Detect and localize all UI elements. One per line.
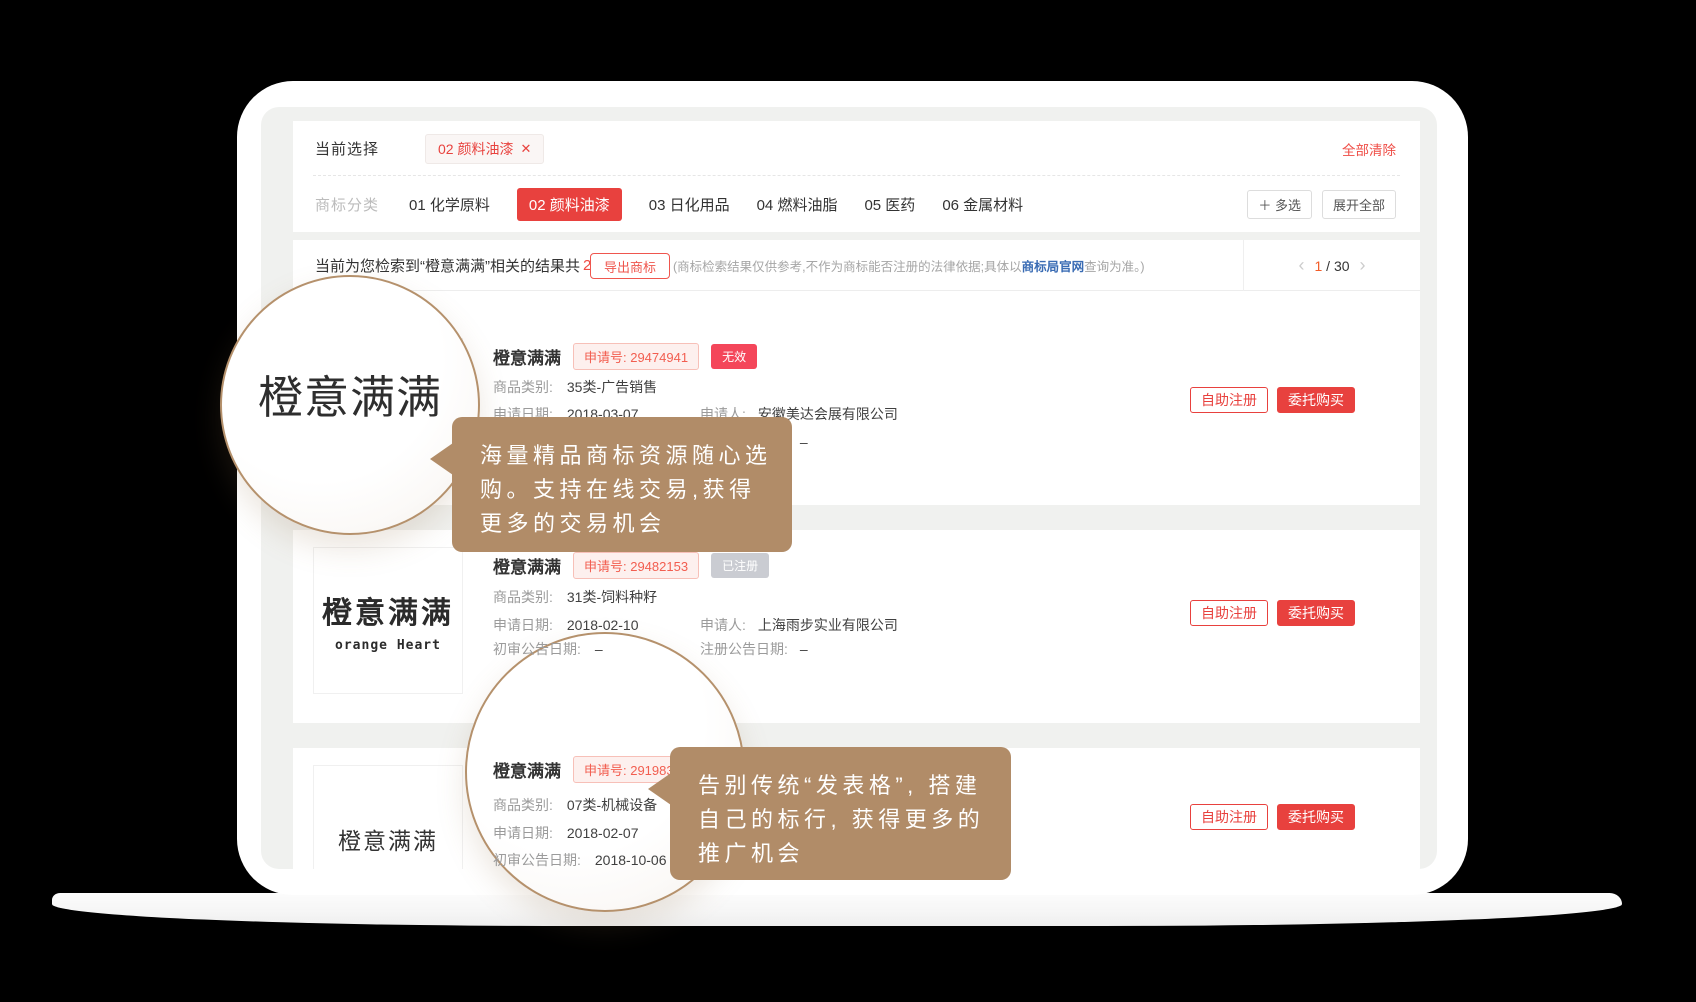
tooltip-arrow-left <box>430 443 453 475</box>
status-badge-registered: 已注册 <box>711 553 769 578</box>
row-3-actions: 自助注册 委托购买 <box>1190 804 1355 830</box>
apply-date-value: 2018-02-10 <box>567 617 639 633</box>
category-label: 商品类别: <box>493 797 553 813</box>
entrust-buy-button[interactable]: 委托购买 <box>1277 387 1355 413</box>
tooltip-trade-resources: 海量精品商标资源随心选 购。支持在线交易,获得 更多的交易机会 <box>452 417 792 552</box>
category-row: 商标分类 01 化学原料 02 颜料油漆 03 日化用品 04 燃料油脂 05 … <box>293 176 1420 232</box>
row-1-category-line: 商品类别: 35类-广告销售 <box>493 377 1193 397</box>
tooltip-line: 告别传统“发表格”, 搭建 <box>698 769 985 803</box>
summary-prefix: 当前为您检索到“橙意满满”相关的结果共 <box>315 255 580 276</box>
category-label: 商品类别: <box>493 589 553 605</box>
application-number-tag: 申请号: 29482153 <box>573 552 699 579</box>
row-2-actions: 自助注册 委托购买 <box>1190 600 1355 626</box>
apply-date-value: 2018-02-07 <box>567 825 639 841</box>
screenshot-stage: 当前选择 02 颜料油漆 ✕ 全部清除 商标分类 01 化学原料 02 颜料油漆… <box>0 0 1696 1002</box>
category-item-03[interactable]: 03 日化用品 <box>649 194 730 215</box>
tooltip-line: 更多的交易机会 <box>480 507 766 541</box>
status-badge-invalid: 无效 <box>711 344 757 369</box>
category-value: 31类-饲料种籽 <box>567 589 657 605</box>
page-indicator: 1 / 30 <box>1314 258 1349 274</box>
reg-notice-value: – <box>800 434 808 450</box>
entrust-buy-button[interactable]: 委托购买 <box>1277 804 1355 830</box>
row-2-details: 橙意满满 申请号: 29482153 已注册 商品类别: 31类-饲料种籽 申请日… <box>493 530 1193 723</box>
trademark-name[interactable]: 橙意满满 <box>493 344 561 369</box>
tooltip-promotion: 告别传统“发表格”, 搭建 自己的标行, 获得更多的 推广机会 <box>670 747 1011 880</box>
first-notice-label: 初审公告日期: <box>493 641 581 657</box>
tooltip-line: 购。支持在线交易,获得 <box>480 473 766 507</box>
selected-filter-tag-label: 02 颜料油漆 <box>438 139 513 159</box>
applicant-value: 上海雨步实业有限公司 <box>758 617 898 633</box>
reg-notice-label: 注册公告日期: <box>700 641 788 657</box>
tooltip-line: 海量精品商标资源随心选 <box>480 439 766 473</box>
row-1-actions: 自助注册 委托购买 <box>1190 387 1355 413</box>
page-separator: / <box>1326 258 1330 274</box>
application-number-tag: 申请号: 29474941 <box>573 343 699 370</box>
disclaimer-pre: (商标检索结果仅供参考,不作为商标能否注册的法律依据;具体以 <box>673 256 1022 275</box>
results-disclaimer: (商标检索结果仅供参考,不作为商标能否注册的法律依据;具体以商标局官网查询为准。… <box>673 240 1145 291</box>
row-2-notice-line: 初审公告日期:– 注册公告日期:– <box>493 639 1193 659</box>
current-selection-label: 当前选择 <box>315 138 379 159</box>
filter-panel: 当前选择 02 颜料油漆 ✕ 全部清除 商标分类 01 化学原料 02 颜料油漆… <box>293 121 1420 232</box>
next-page-icon[interactable]: › <box>1360 255 1366 276</box>
magnifier-circle-1: 橙意满满 <box>220 275 480 535</box>
result-row-2: 橙意满满 orange Heart 橙意满满 申请号: 29482153 已注册… <box>293 530 1420 723</box>
apply-date-label: 申请日期: <box>493 617 553 633</box>
self-register-button[interactable]: 自助注册 <box>1190 387 1268 413</box>
clear-all-button[interactable]: 全部清除 <box>1342 139 1396 159</box>
category-item-06[interactable]: 06 金属材料 <box>942 194 1023 215</box>
self-register-button[interactable]: 自助注册 <box>1190 804 1268 830</box>
row-1-title-line: 橙意满满 申请号: 29474941 无效 <box>493 343 757 370</box>
category-value: 35类-广告销售 <box>567 379 657 395</box>
entrust-buy-button[interactable]: 委托购买 <box>1277 600 1355 626</box>
row-2-title-line: 橙意满满 申请号: 29482153 已注册 <box>493 552 769 579</box>
export-trademark-button[interactable]: 导出商标 <box>590 253 670 279</box>
category-item-05[interactable]: 05 医药 <box>864 194 915 215</box>
magnified-trademark-text: 橙意满满 <box>222 361 478 426</box>
reg-notice-value: – <box>800 641 808 657</box>
tooltip-arrow-left <box>648 773 671 805</box>
selected-filter-tag[interactable]: 02 颜料油漆 ✕ <box>425 134 544 164</box>
expand-all-button[interactable]: 展开全部 <box>1322 190 1396 219</box>
trademark-image-2: 橙意满满 orange Heart <box>313 547 463 694</box>
trademark-image-text: 橙意满满 <box>338 822 438 856</box>
row-2-category-line: 商品类别: 31类-饲料种籽 <box>493 587 1193 607</box>
applicant-cell: 申请人: 上海雨步实业有限公司 <box>700 615 898 635</box>
laptop-base <box>52 893 1622 926</box>
apply-date-label: 申请日期: <box>493 825 553 841</box>
category-row-label: 商标分类 <box>315 194 379 215</box>
tooltip-line: 推广机会 <box>698 837 985 871</box>
category-label: 商品类别: <box>493 379 553 395</box>
first-notice-value: 2018-10-06 <box>595 852 667 868</box>
prev-page-icon[interactable]: ‹ <box>1298 255 1304 276</box>
results-header: 当前为您检索到“橙意满满”相关的结果共28个 导出商标 (商标检索结果仅供参考,… <box>293 240 1420 291</box>
total-pages: 30 <box>1334 258 1350 274</box>
trademark-image-3: 橙意满满 <box>313 765 463 869</box>
remove-tag-icon[interactable]: ✕ <box>520 141 531 157</box>
tooltip-line: 自己的标行, 获得更多的 <box>698 803 985 837</box>
self-register-button[interactable]: 自助注册 <box>1190 600 1268 626</box>
category-item-04[interactable]: 04 燃料油脂 <box>757 194 838 215</box>
category-item-02-selected[interactable]: 02 颜料油漆 <box>517 188 622 221</box>
first-notice-value: – <box>595 641 603 657</box>
current-selection-row: 当前选择 02 颜料油漆 ✕ 全部清除 <box>293 121 1420 176</box>
trademark-image-text: 橙意满满 <box>322 588 454 632</box>
first-notice-label: 初审公告日期: <box>493 852 581 868</box>
multi-select-button[interactable]: ＋ 多选 <box>1247 190 1312 219</box>
trademark-office-link[interactable]: 商标局官网 <box>1022 256 1085 275</box>
category-item-01[interactable]: 01 化学原料 <box>409 194 490 215</box>
trademark-name[interactable]: 橙意满满 <box>493 553 561 578</box>
trademark-name[interactable]: 橙意满满 <box>493 757 561 782</box>
filter-actions: ＋ 多选 展开全部 <box>1247 190 1396 219</box>
applicant-label: 申请人: <box>700 617 746 633</box>
pagination: ‹ 1 / 30 › <box>1243 240 1420 291</box>
trademark-image-subtext: orange Heart <box>335 638 441 653</box>
disclaimer-post: 查询为准。) <box>1084 256 1144 275</box>
reg-notice-cell: 注册公告日期:– <box>700 639 808 659</box>
current-page: 1 <box>1314 258 1322 274</box>
row-2-date-line: 申请日期: 2018-02-10 申请人: 上海雨步实业有限公司 <box>493 615 1193 635</box>
category-value: 07类-机械设备 <box>567 797 657 813</box>
